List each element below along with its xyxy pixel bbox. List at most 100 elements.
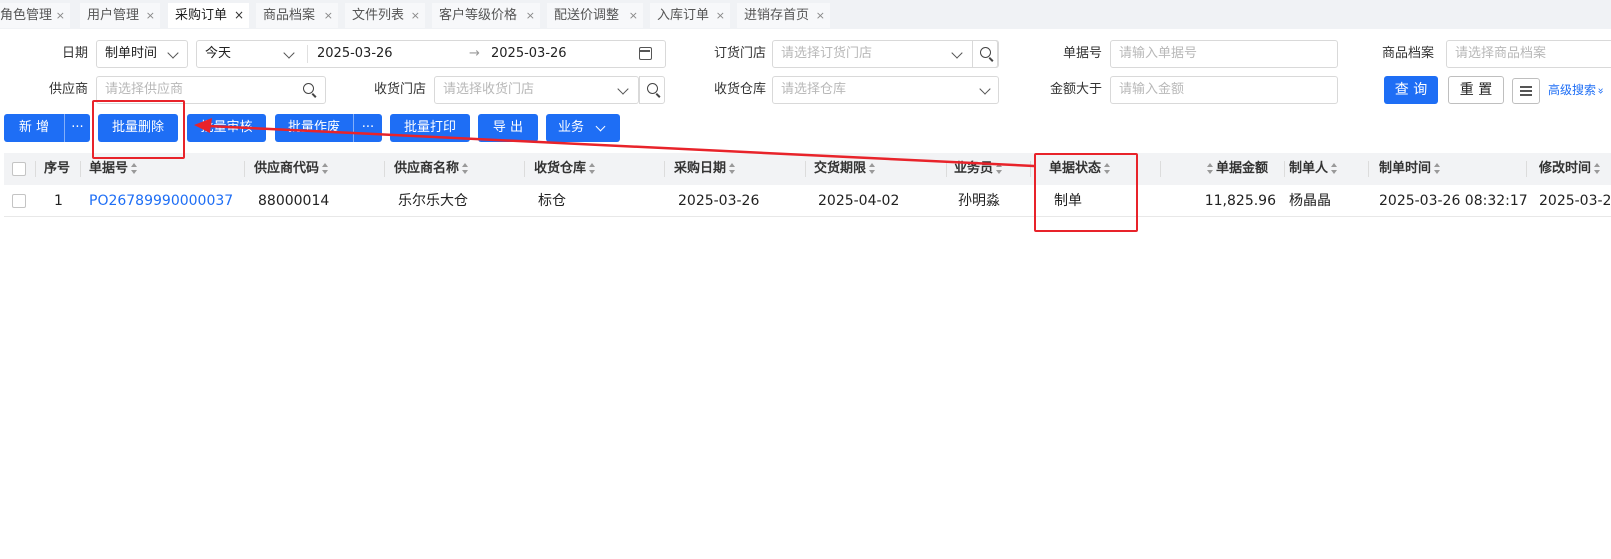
search-icon[interactable] (303, 83, 314, 94)
column-divider (384, 161, 385, 177)
tab-inventory-home[interactable]: 进销存首页 × (737, 3, 830, 28)
sort-icon[interactable] (1206, 162, 1214, 175)
calendar-icon (639, 47, 652, 60)
close-icon[interactable]: × (716, 3, 725, 28)
sort-icon[interactable] (461, 162, 469, 175)
add-button[interactable]: 新 增 (4, 114, 64, 142)
tab-customer-level-price[interactable]: 客户等级价格 × (432, 3, 540, 28)
column-header-warehouse[interactable]: 收货仓库 (534, 153, 596, 185)
column-header-creator[interactable]: 制单人 (1289, 153, 1338, 185)
close-icon[interactable]: × (324, 3, 333, 28)
column-header-delivery-deadline[interactable]: 交货期限 (814, 153, 876, 185)
reset-button[interactable]: 重 置 (1448, 76, 1504, 104)
receive-store-search-button[interactable] (639, 76, 665, 104)
supplier-input[interactable]: 请选择供应商 (96, 76, 326, 104)
doc-no-input[interactable]: 请输入单据号 (1110, 40, 1338, 68)
close-icon[interactable]: × (234, 3, 244, 28)
sort-icon[interactable] (1593, 162, 1601, 175)
cell-delivery-deadline: 2025-04-02 (818, 193, 900, 209)
date-preset-value: 今天 (205, 46, 232, 61)
close-icon[interactable]: × (526, 3, 535, 28)
export-button[interactable]: 导 出 (478, 114, 538, 142)
advanced-search-label: 高级搜索 (1548, 83, 1597, 97)
sort-icon[interactable] (130, 162, 138, 175)
tab-label: 角色管理 (0, 8, 53, 23)
close-icon[interactable]: × (816, 3, 825, 28)
search-icon (980, 47, 991, 58)
column-label: 供应商名称 (394, 161, 460, 176)
row-checkbox[interactable] (12, 194, 26, 208)
cell-created-at: 2025-03-26 08:32:17 (1379, 193, 1528, 209)
table-header: 序号 单据号 供应商代码 供应商名称 收货仓库 采购日期 交货期限 业务员 单据… (4, 153, 1611, 185)
product-select[interactable]: 请选择商品档案 (1446, 40, 1611, 68)
column-header-amount[interactable]: 单据金额 (1206, 153, 1268, 185)
batch-void-more-button[interactable]: ··· (354, 114, 382, 142)
sort-icon[interactable] (868, 162, 876, 175)
sort-icon[interactable] (321, 162, 329, 175)
batch-void-button-group[interactable]: 批量作废 ··· (275, 114, 382, 142)
order-store-search-button[interactable] (972, 40, 998, 68)
tab-role-management[interactable]: 角色管理 × (0, 3, 70, 28)
divider (307, 45, 308, 63)
close-icon[interactable]: × (56, 3, 65, 28)
column-header-purchase-date[interactable]: 采购日期 (674, 153, 736, 185)
date-start[interactable]: 2025-03-26 (317, 41, 393, 67)
select-all-checkbox[interactable] (12, 162, 26, 176)
tab-label: 用户管理 (87, 8, 140, 23)
tab-product-archive[interactable]: 商品档案 × (256, 3, 338, 28)
sort-icon[interactable] (728, 162, 736, 175)
sort-icon[interactable] (1330, 162, 1338, 175)
column-header-status[interactable]: 单据状态 (1049, 153, 1111, 185)
close-icon[interactable]: × (146, 3, 155, 28)
advanced-search-link[interactable]: 高级搜索» (1548, 80, 1607, 100)
tab-file-list[interactable]: 文件列表 × (345, 3, 425, 28)
column-header-salesperson[interactable]: 业务员 (954, 153, 1003, 185)
cell-doc-no-link[interactable]: PO26789990000037 (89, 185, 233, 217)
column-header-doc-no[interactable]: 单据号 (89, 153, 138, 185)
amount-label: 金额大于 (1049, 82, 1102, 97)
date-end[interactable]: 2025-03-26 (491, 41, 567, 67)
tab-user-management[interactable]: 用户管理 × (80, 3, 160, 28)
sort-icon[interactable] (1433, 162, 1441, 175)
tab-label: 采购订单 (175, 8, 228, 23)
sort-icon[interactable] (995, 162, 1003, 175)
receive-warehouse-placeholder: 请选择仓库 (781, 82, 847, 97)
column-header-supplier-name[interactable]: 供应商名称 (394, 153, 469, 185)
receive-store-placeholder: 请选择收货门店 (443, 82, 535, 97)
order-store-label: 订货门店 (713, 46, 766, 61)
tab-inbound-order[interactable]: 入库订单 × (650, 3, 730, 28)
batch-void-button[interactable]: 批量作废 (275, 114, 353, 142)
date-label: 日期 (61, 46, 88, 61)
sort-icon[interactable] (588, 162, 596, 175)
column-label: 单据号 (89, 161, 129, 176)
column-label: 制单人 (1289, 161, 1329, 176)
double-chevron-down-icon: » (1594, 87, 1608, 95)
business-dropdown-button[interactable]: 业务 (546, 114, 620, 142)
date-type-value: 制单时间 (105, 46, 158, 61)
add-button-group[interactable]: 新 增 ··· (4, 114, 90, 142)
receive-store-select[interactable]: 请选择收货门店 (434, 76, 639, 104)
column-header-modified-at[interactable]: 修改时间 (1539, 153, 1601, 185)
tab-distribution-price-adjust[interactable]: 配送价调整 × (547, 3, 643, 28)
tab-label: 客户等级价格 (439, 8, 518, 23)
batch-delete-button[interactable]: 批量删除 (98, 114, 178, 142)
list-icon (1520, 86, 1532, 88)
order-store-select[interactable]: 请选择订货门店 (772, 40, 999, 68)
amount-placeholder: 请输入金额 (1119, 82, 1185, 97)
table-row[interactable]: 1 PO26789990000037 88000014 乐尔乐大仓 标仓 202… (4, 185, 1611, 217)
date-type-select[interactable]: 制单时间 (96, 40, 188, 68)
add-more-button[interactable]: ··· (65, 114, 90, 142)
batch-audit-button[interactable]: 批量审核 (187, 114, 266, 142)
column-settings-button[interactable] (1512, 78, 1540, 104)
column-header-supplier-code[interactable]: 供应商代码 (254, 153, 329, 185)
query-button[interactable]: 查 询 (1384, 76, 1438, 104)
tab-purchase-order[interactable]: 采购订单 × (168, 3, 249, 28)
amount-input[interactable]: 请输入金额 (1110, 76, 1338, 104)
close-icon[interactable]: × (411, 3, 420, 28)
batch-print-button[interactable]: 批量打印 (390, 114, 470, 142)
column-header-created-at[interactable]: 制单时间 (1379, 153, 1441, 185)
close-icon[interactable]: × (629, 3, 638, 28)
date-range-picker[interactable]: 今天 2025-03-26 → 2025-03-26 (196, 40, 666, 68)
sort-icon[interactable] (1103, 162, 1111, 175)
receive-warehouse-select[interactable]: 请选择仓库 (772, 76, 999, 104)
